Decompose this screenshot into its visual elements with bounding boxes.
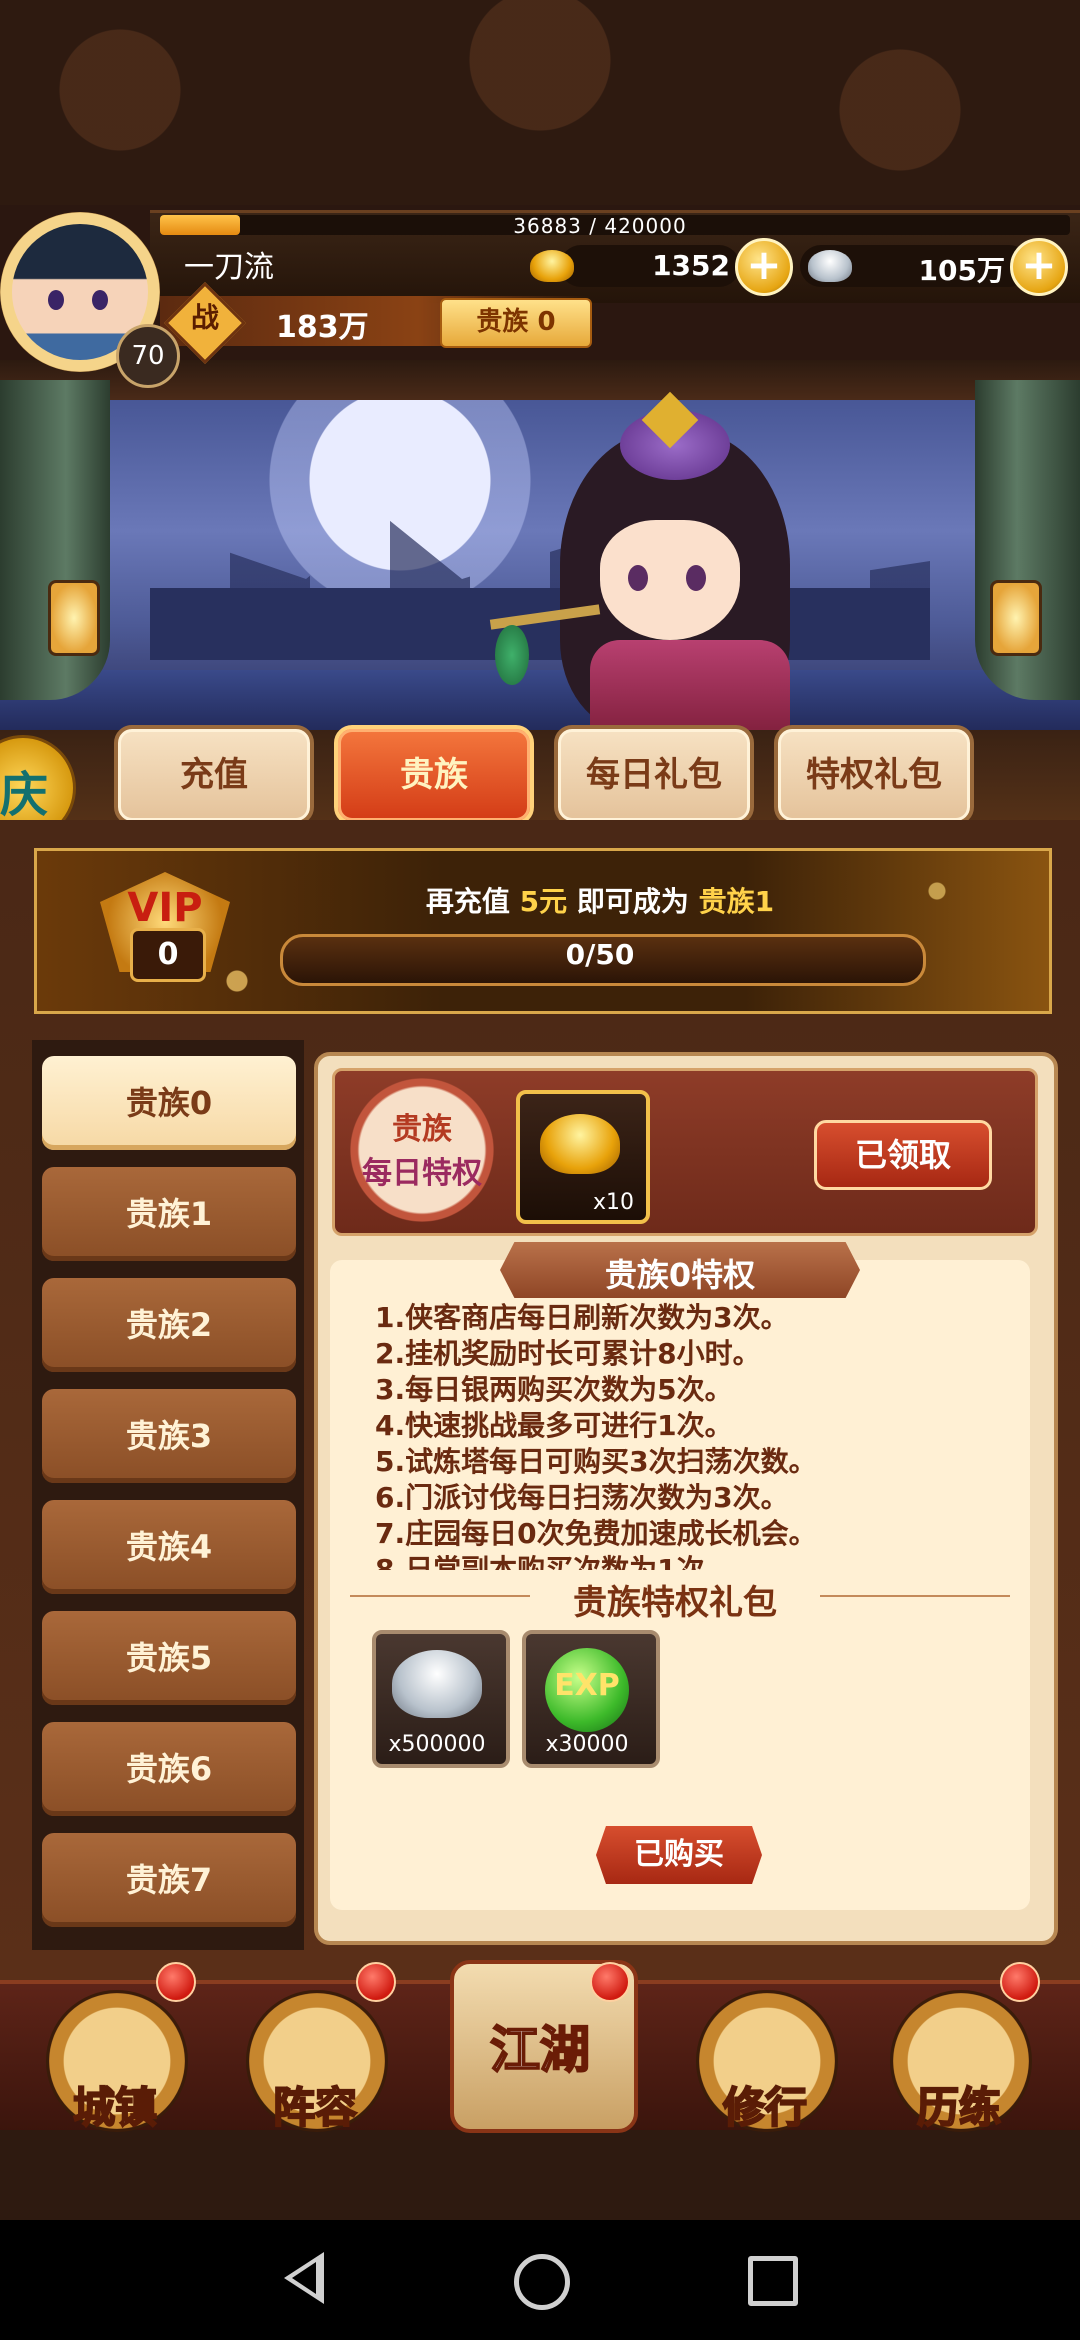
vip-label: VIP — [127, 885, 203, 931]
exp-progress-fill — [160, 215, 240, 235]
nav-jianghu-notification-dot — [590, 1962, 630, 2002]
privilege-line: 3.每日银两购买次数为5次。 — [375, 1373, 733, 1406]
bottom-decorative-band — [0, 2130, 1080, 2220]
noble-level-item[interactable]: 贵族3 — [42, 1389, 296, 1483]
privilege-title: 贵族0特权 — [604, 1256, 756, 1294]
combat-power-value: 183万 — [276, 310, 369, 345]
privilege-line: 7.庄园每日0次免费加速成长机会。 — [375, 1517, 817, 1550]
top-decorative-band — [0, 0, 1080, 205]
silver-ingot-icon — [392, 1650, 482, 1718]
noble-lady-tassel — [495, 625, 529, 685]
nav-lineup-notification-dot — [356, 1962, 396, 2002]
privilege-line: 4.快速挑战最多可进行1次。 — [375, 1409, 733, 1442]
player-name: 一刀流 — [184, 250, 274, 285]
tab-noble[interactable]: 贵族 — [334, 725, 534, 825]
noble-level-item[interactable]: 贵族5 — [42, 1611, 296, 1705]
recharge-middle: 即可成为 — [576, 885, 689, 918]
daily-reward-count: x10 — [592, 1190, 634, 1215]
noble-level-item[interactable]: 贵族0 — [42, 1056, 296, 1150]
recharge-target: 贵族1 — [698, 885, 775, 918]
gold-value: 1352 — [652, 249, 730, 282]
avatar-eye-right — [92, 290, 108, 310]
privilege-list[interactable]: 1.侠客商店每日刷新次数为3次。 2.挂机奖励时长可累计8小时。 3.每日银两购… — [375, 1300, 995, 1570]
noble-level-item[interactable]: 贵族4 — [42, 1500, 296, 1594]
combat-power-glyph: 战 — [190, 301, 219, 334]
add-silver-button[interactable]: + — [1010, 238, 1068, 296]
tab-daily-gift[interactable]: 每日礼包 — [554, 725, 754, 825]
side-event-glyph: 庆 — [0, 767, 49, 823]
vip-progress-text: 0/50 — [565, 938, 635, 971]
tab-privilege-gift[interactable]: 特权礼包 — [774, 725, 974, 825]
gold-ingot-icon — [540, 1114, 620, 1174]
gift-item-count: x500000 — [388, 1732, 486, 1757]
privilege-line: 1.侠客商店每日刷新次数为3次。 — [375, 1301, 789, 1334]
vip-level: 0 — [130, 928, 206, 982]
gift-divider-right — [820, 1595, 1010, 1597]
gift-divider-left — [350, 1595, 530, 1597]
daily-seal-line1: 贵族 — [392, 1112, 452, 1147]
nav-training-label: 修行 — [722, 2082, 808, 2133]
nav-jianghu-label: 江湖 — [489, 2020, 591, 2080]
gift-pack-title: 贵族特权礼包 — [573, 1583, 777, 1623]
recharge-amount: 5元 — [519, 885, 568, 918]
privilege-line: 2.挂机奖励时长可累计8小时。 — [375, 1337, 761, 1370]
nav-lineup-label: 阵容 — [272, 2082, 358, 2133]
add-gold-button[interactable]: + — [735, 238, 793, 296]
noble-rank-badge[interactable]: 贵族 0 — [440, 298, 592, 348]
noble-level-item[interactable]: 贵族7 — [42, 1833, 296, 1927]
claimed-button[interactable]: 已领取 — [814, 1120, 992, 1190]
noble-level-item[interactable]: 贵族2 — [42, 1278, 296, 1372]
recent-apps-icon[interactable] — [748, 2256, 798, 2306]
noble-lady-eye-left — [628, 565, 648, 591]
purchased-button[interactable]: 已购买 — [596, 1826, 762, 1884]
silver-ingot-icon — [808, 250, 852, 282]
home-icon[interactable] — [514, 2254, 570, 2310]
avatar-eye-left — [48, 290, 64, 310]
privilege-line: 8.日常副本购买次数为1次 — [375, 1553, 705, 1570]
noble-level-item[interactable]: 贵族1 — [42, 1167, 296, 1261]
nav-trials-notification-dot — [1000, 1962, 1040, 2002]
daily-seal-line2: 每日特权 — [362, 1156, 482, 1191]
recharge-prefix: 再充值 — [425, 885, 510, 918]
back-icon-inner — [292, 2262, 316, 2294]
gift-item-count: x30000 — [545, 1732, 629, 1757]
noble-lady-face — [600, 520, 740, 640]
nav-town-notification-dot — [156, 1962, 196, 2002]
exp-orb-label: EXP — [554, 1668, 620, 1703]
lantern-left — [48, 580, 100, 656]
nav-town-label: 城镇 — [72, 2082, 158, 2133]
tab-recharge[interactable]: 充值 — [114, 725, 314, 825]
noble-level-item[interactable]: 贵族6 — [42, 1722, 296, 1816]
player-level-badge: 70 — [116, 324, 180, 388]
recharge-hint: 再充值 5元 即可成为 贵族1 — [300, 880, 900, 920]
silver-value: 105万 — [918, 254, 1005, 287]
lantern-right — [990, 580, 1042, 656]
exp-progress-text: 36883 / 420000 — [513, 214, 687, 238]
privilege-line: 5.试炼塔每日可购买3次扫荡次数。 — [375, 1445, 817, 1478]
noble-lady-eye-right — [686, 565, 706, 591]
nav-trials-label: 历练 — [916, 2082, 1002, 2133]
privilege-line: 6.门派讨伐每日扫荡次数为3次。 — [375, 1481, 789, 1514]
